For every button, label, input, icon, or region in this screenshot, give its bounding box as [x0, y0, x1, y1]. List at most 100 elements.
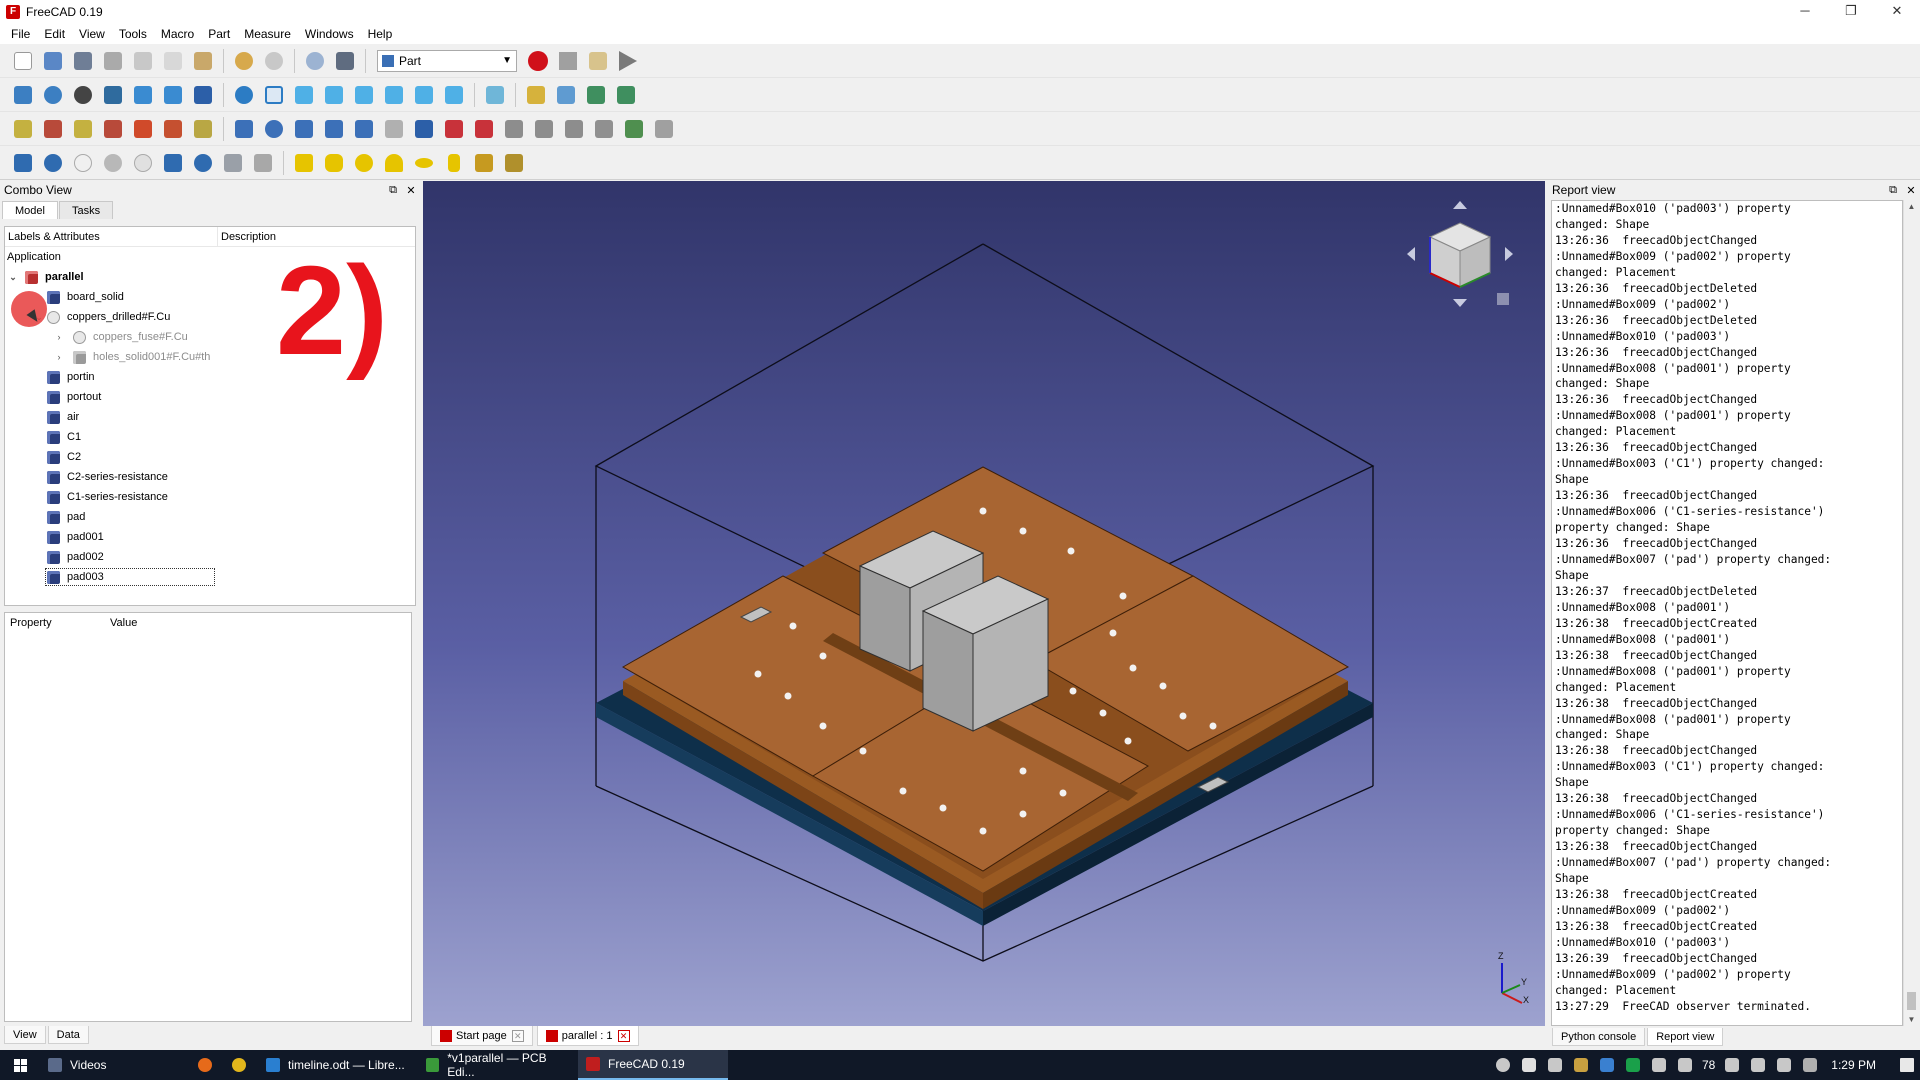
tree-item-c1-series-resistance[interactable]: C1-series-resistance — [5, 487, 415, 507]
menu-measure[interactable]: Measure — [237, 24, 298, 44]
bounding-box-button[interactable] — [100, 82, 126, 108]
chevron-right-icon[interactable]: › — [53, 352, 65, 362]
tab-python-console[interactable]: Python console — [1552, 1028, 1646, 1046]
close-panel-icon[interactable]: ✕ — [1902, 184, 1920, 197]
print-button[interactable] — [100, 48, 126, 74]
front-view-button[interactable] — [291, 82, 317, 108]
tree-item-c2-series-resistance[interactable]: C2-series-resistance — [5, 467, 415, 487]
tree-item-pad001[interactable]: pad001 — [5, 527, 415, 547]
offset-button[interactable] — [561, 116, 587, 142]
copy-button[interactable] — [160, 48, 186, 74]
tree-item-pad002[interactable]: pad002 — [5, 547, 415, 567]
fit-all-button[interactable] — [10, 82, 36, 108]
menu-edit[interactable]: Edit — [37, 24, 72, 44]
tab-data[interactable]: Data — [47, 1026, 89, 1044]
save-button[interactable] — [70, 48, 96, 74]
boolean-tool-5-button[interactable] — [130, 116, 156, 142]
mirror-button[interactable] — [291, 116, 317, 142]
isometric-view-button[interactable] — [261, 82, 287, 108]
make-face-button[interactable] — [381, 116, 407, 142]
report-scrollbar[interactable]: ▲ ▼ — [1903, 200, 1918, 1026]
tray-app-icon[interactable] — [1625, 1058, 1640, 1072]
sync-view-button[interactable] — [190, 82, 216, 108]
extrude-button[interactable] — [231, 116, 257, 142]
whats-this-button[interactable] — [332, 48, 358, 74]
tray-app-icon[interactable] — [1677, 1058, 1692, 1072]
draw-style-button[interactable] — [70, 82, 96, 108]
scroll-thumb[interactable] — [1907, 992, 1916, 1010]
check-geometry-button[interactable] — [220, 150, 246, 176]
dropbox-icon[interactable] — [1651, 1058, 1666, 1072]
menu-help[interactable]: Help — [361, 24, 400, 44]
cylinder-button[interactable] — [321, 150, 347, 176]
loft-button[interactable] — [441, 116, 467, 142]
tube-button[interactable] — [441, 150, 467, 176]
shape-builder-2-button[interactable] — [501, 150, 527, 176]
taskbar-firefox[interactable] — [190, 1050, 224, 1080]
taskbar-chrome[interactable] — [224, 1050, 258, 1080]
tray-app-icon[interactable] — [1599, 1058, 1614, 1072]
forward-button[interactable] — [160, 82, 186, 108]
tray-app-icon[interactable] — [1495, 1058, 1510, 1072]
tab-view[interactable]: View — [4, 1026, 46, 1044]
redo-button[interactable] — [261, 48, 287, 74]
tab-tasks[interactable]: Tasks — [58, 201, 114, 219]
create-group-button[interactable] — [553, 82, 579, 108]
boolean-button[interactable] — [40, 150, 66, 176]
projection-button[interactable] — [621, 116, 647, 142]
taskbar-libreoffice[interactable]: timeline.odt — Libre... — [258, 1050, 418, 1080]
boolean-tool-6-button[interactable] — [160, 116, 186, 142]
tray-counter[interactable]: 78 — [1702, 1058, 1715, 1072]
split-tools-button[interactable] — [190, 150, 216, 176]
shape-builder-button[interactable] — [651, 116, 677, 142]
close-tab-icon[interactable]: ✕ — [511, 1029, 524, 1042]
join-features-button[interactable] — [160, 150, 186, 176]
start-button[interactable] — [0, 1050, 40, 1080]
close-panel-icon[interactable]: ✕ — [402, 184, 420, 197]
fuse-button[interactable] — [100, 150, 126, 176]
tree-item-portout[interactable]: portout — [5, 387, 415, 407]
boolean-tool-4-button[interactable] — [100, 116, 126, 142]
report-log[interactable]: :Unnamed#Box010 ('pad003') property chan… — [1551, 200, 1903, 1026]
chevron-down-icon[interactable]: ⌄ — [7, 272, 19, 283]
taskbar-freecad[interactable]: FreeCAD 0.19 — [578, 1050, 728, 1080]
macro-stop-button[interactable] — [555, 48, 581, 74]
float-panel-icon[interactable]: ⧉ — [384, 184, 402, 197]
chevron-right-icon[interactable]: › — [53, 332, 65, 342]
float-panel-icon[interactable]: ⧉ — [1884, 184, 1902, 197]
boolean-tool-2-button[interactable] — [40, 116, 66, 142]
boolean-tool-7-button[interactable] — [190, 116, 216, 142]
fit-selection-button[interactable] — [40, 82, 66, 108]
tree-header-labels[interactable]: Labels & Attributes — [5, 227, 218, 246]
thickness-button[interactable] — [591, 116, 617, 142]
boolean-tool-1-button[interactable] — [10, 116, 36, 142]
undo-button[interactable] — [231, 48, 257, 74]
refresh-button[interactable] — [302, 48, 328, 74]
torus-button[interactable] — [411, 150, 437, 176]
menu-windows[interactable]: Windows — [298, 24, 361, 44]
common-button[interactable] — [130, 150, 156, 176]
make-link-button[interactable] — [583, 82, 609, 108]
navigation-cube[interactable] — [1405, 199, 1515, 309]
tray-app-icon[interactable] — [1547, 1058, 1562, 1072]
new-file-button[interactable] — [10, 48, 36, 74]
paste-button[interactable] — [190, 48, 216, 74]
macro-record-button[interactable] — [525, 48, 551, 74]
menu-part[interactable]: Part — [201, 24, 237, 44]
maximize-button[interactable]: ❐ — [1828, 0, 1874, 24]
scroll-up-icon[interactable]: ▲ — [1904, 202, 1919, 211]
boolean-tool-3-button[interactable] — [70, 116, 96, 142]
cut-button[interactable] — [130, 48, 156, 74]
rear-view-button[interactable] — [381, 82, 407, 108]
tree-item-c1[interactable]: C1 — [5, 427, 415, 447]
open-file-button[interactable] — [40, 48, 66, 74]
menu-view[interactable]: View — [72, 24, 112, 44]
clock[interactable]: 1:29 PM — [1831, 1058, 1876, 1072]
link-actions-button[interactable] — [613, 82, 639, 108]
bottom-view-button[interactable] — [411, 82, 437, 108]
scroll-down-icon[interactable]: ▼ — [1904, 1015, 1919, 1024]
left-view-button[interactable] — [441, 82, 467, 108]
tree-item-pad[interactable]: pad — [5, 507, 415, 527]
workbench-selector[interactable]: Part ▼ — [377, 49, 517, 72]
property-column-header[interactable]: Property — [5, 613, 105, 633]
